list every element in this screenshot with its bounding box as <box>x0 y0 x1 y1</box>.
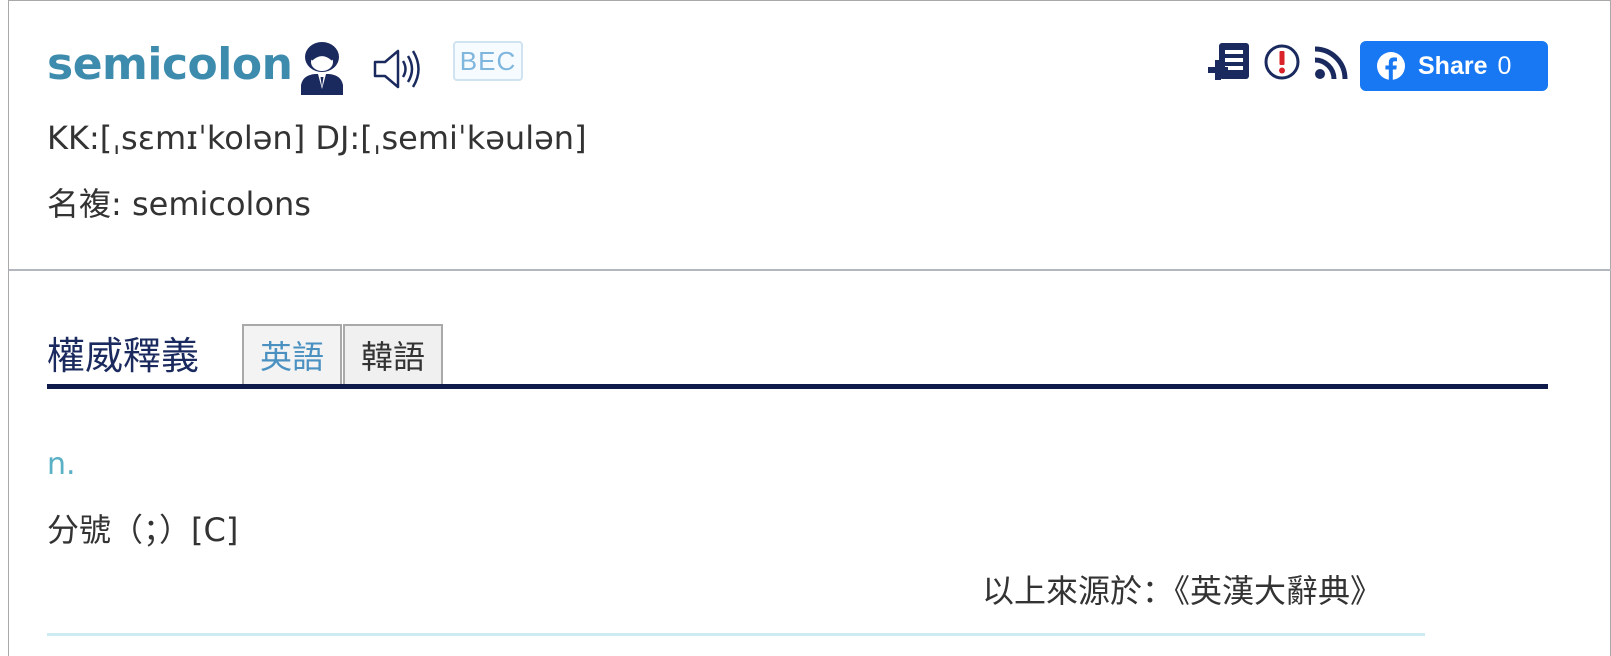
pronunciation: KK:[ˌsɛmɪˈkolən] DJ:[ˌsemiˈkəulən] <box>47 119 587 157</box>
section-title: 權威釋義 <box>47 334 200 378</box>
dictionary-panel: semicolon BEC Share 0 KK:[ˌsɛmɪˈkolən] D… <box>8 0 1611 656</box>
report-icon[interactable] <box>1263 43 1301 81</box>
tab-english[interactable]: 英語 <box>242 324 342 384</box>
entry-header: semicolon BEC Share 0 KK:[ˌsɛmɪˈkolən] D… <box>9 1 1611 271</box>
rss-icon[interactable] <box>1313 45 1349 81</box>
section-divider <box>47 384 1548 389</box>
bec-badge: BEC <box>453 41 523 81</box>
bottom-divider <box>47 633 1425 636</box>
definition-section: 權威釋義 英語 韓語 n. 分號（；）[C] 以上來源於：《英漢大辭典》 <box>9 273 1611 656</box>
part-of-speech: n. <box>47 447 76 482</box>
speaker-icon[interactable] <box>372 45 424 93</box>
add-to-list-icon[interactable] <box>1207 41 1253 85</box>
definition-text: 分號（；）[C] <box>47 511 239 549</box>
facebook-logo-icon <box>1377 52 1405 80</box>
plural-form: 名複: semicolons <box>47 185 311 223</box>
tab-korean[interactable]: 韓語 <box>343 324 443 384</box>
source-note: 以上來源於：《英漢大辭典》 <box>982 572 1383 610</box>
share-count: 0 <box>1497 51 1512 80</box>
facebook-share-button[interactable]: Share 0 <box>1360 41 1548 91</box>
headword: semicolon <box>47 39 293 90</box>
person-icon[interactable] <box>297 41 347 95</box>
share-label: Share <box>1418 51 1488 80</box>
